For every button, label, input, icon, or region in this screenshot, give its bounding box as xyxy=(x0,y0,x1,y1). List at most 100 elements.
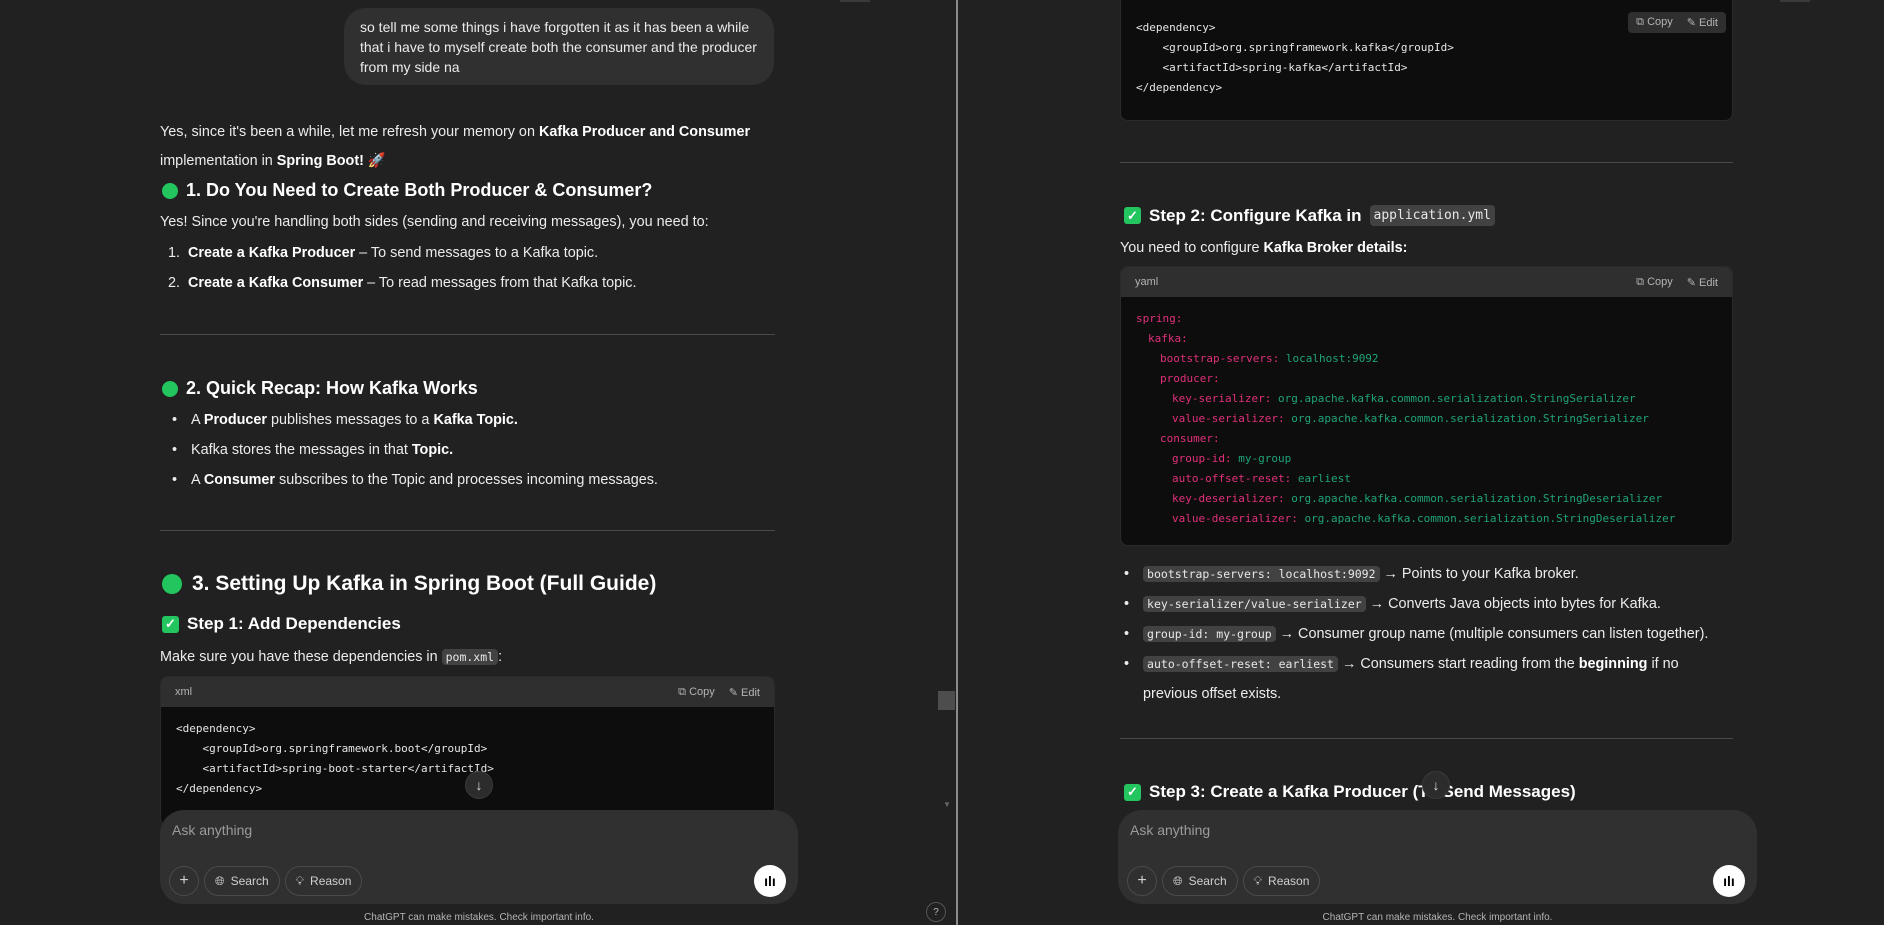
divider xyxy=(160,334,775,335)
reason-button[interactable]: 💡︎ Reason xyxy=(1242,866,1321,896)
text: Yes, since it's been a while, let me ref… xyxy=(160,124,539,140)
b: Topic. xyxy=(411,442,454,458)
bullet: • xyxy=(1124,596,1130,612)
arrow-down-icon: ↓ xyxy=(475,777,483,793)
edit-label: Edit xyxy=(741,686,760,699)
search-button[interactable]: 🌐︎ Search xyxy=(204,866,280,896)
prompt-input[interactable]: Ask anything xyxy=(172,822,252,838)
heading-text: Step 1: Add Dependencies xyxy=(187,614,401,633)
yaml-line: key-serializer: org.apache.kafka.common.… xyxy=(1136,389,1717,409)
b: beginning xyxy=(1578,656,1648,672)
list-item: • key-serializer/value-serializer → Conve… xyxy=(1124,589,1734,619)
yaml-key: value-deserializer: xyxy=(1172,512,1298,525)
scroll-down-button[interactable]: ↓ xyxy=(1422,771,1450,799)
code-line: </dependency> xyxy=(1136,81,1223,94)
check-icon: ✓ xyxy=(1124,783,1141,801)
list-item: • auto-offset-reset: earliest → Consumers… xyxy=(1124,649,1734,709)
yaml-key: producer: xyxy=(1160,372,1220,385)
xml-code-block: ⧉ Copy ✎ Edit <dependency> <groupId>org.s… xyxy=(1120,0,1733,121)
divider xyxy=(1120,738,1733,739)
heading-3: 3. Setting Up Kafka in Spring Boot (Full… xyxy=(162,572,656,596)
code-body: spring: kafka: bootstrap-servers: localhos… xyxy=(1121,297,1732,541)
search-label: Search xyxy=(1188,874,1227,888)
globe-icon: 🌐︎ xyxy=(1173,873,1183,888)
bold-text: Create a Kafka Consumer xyxy=(188,275,364,291)
code-header: yaml ⧉ Copy ✎ Edit xyxy=(1121,267,1732,297)
code-line: <groupId>org.springframework.boot</group… xyxy=(176,742,488,755)
scroll-down-button[interactable]: ↓ xyxy=(465,771,493,799)
attach-button[interactable]: + xyxy=(169,866,199,896)
waveform-icon: ılı xyxy=(764,873,776,889)
text: A Consumer subscribes to the Topic and p… xyxy=(191,465,658,495)
scrollbar-thumb[interactable] xyxy=(938,691,955,710)
yaml-line: key-deserializer: org.apache.kafka.commo… xyxy=(1136,489,1717,509)
scroll-arrow-icon[interactable]: ▼ xyxy=(943,800,951,809)
yaml-value: earliest xyxy=(1291,472,1351,485)
waveform-icon: ılı xyxy=(1723,873,1735,889)
code-language: yaml xyxy=(1135,276,1159,288)
inline-code: bootstrap-servers: localhost:9092 xyxy=(1143,566,1380,582)
edit-button[interactable]: ✎ Edit xyxy=(1687,276,1718,289)
yaml-value: org.apache.kafka.common.serialization.St… xyxy=(1284,412,1649,425)
rocket-emoji: 🚀 xyxy=(367,153,386,169)
bullet: • xyxy=(1124,626,1130,642)
paragraph: Yes! Since you're handling both sides (s… xyxy=(160,214,709,230)
check-icon: ✓ xyxy=(1124,207,1141,224)
inline-code: pom.xml xyxy=(441,649,499,665)
green-circle-icon xyxy=(162,574,182,594)
text: – To send messages to a Kafka topic. xyxy=(355,245,599,261)
text: Kafka stores the messages in that Topic. xyxy=(191,435,453,465)
pane-divider[interactable] xyxy=(956,0,958,925)
bold-text: Kafka Producer and Consumer xyxy=(538,124,751,140)
bullet: • xyxy=(172,472,178,488)
plus-icon: + xyxy=(1137,872,1147,889)
attach-button[interactable]: + xyxy=(1127,866,1157,896)
list-item: • A Producer publishes messages to a Kafk… xyxy=(172,405,772,435)
search-label: Search xyxy=(230,874,269,888)
arrow-down-icon: ↓ xyxy=(1432,777,1440,793)
help-button[interactable]: ? xyxy=(926,902,946,922)
heading-text: 2. Quick Recap: How Kafka Works xyxy=(186,378,478,398)
edit-button[interactable]: ✎ Edit xyxy=(729,686,760,699)
yaml-key: consumer: xyxy=(1160,432,1220,445)
green-circle-icon xyxy=(162,182,178,199)
divider xyxy=(160,530,775,531)
text: – To read messages from that Kafka topic… xyxy=(363,275,637,291)
text: implementation in xyxy=(160,153,277,169)
copy-button[interactable]: ⧉ Copy xyxy=(1636,276,1673,289)
list-item: • A Consumer subscribes to the Topic and … xyxy=(172,465,772,495)
list-item: • group-id: my-group → Consumer group nam… xyxy=(1124,619,1734,649)
yaml-line: value-deserializer: org.apache.kafka.com… xyxy=(1136,509,1717,529)
t: : xyxy=(498,649,503,665)
yaml-key: kafka: xyxy=(1148,332,1188,345)
yaml-value: localhost:9092 xyxy=(1279,352,1379,365)
heading-1: 1. Do You Need to Create Both Producer &… xyxy=(162,180,652,201)
edit-label: Edit xyxy=(1699,276,1718,289)
b: Consumer xyxy=(203,472,276,488)
copy-button[interactable]: ⧉ Copy xyxy=(1636,16,1673,29)
edit-label: Edit xyxy=(1699,17,1718,29)
step-3-heading: ✓ Step 3: Create a Kafka Producer (To Sen… xyxy=(1124,782,1576,802)
t: A xyxy=(191,472,204,488)
yaml-value: my-group xyxy=(1231,452,1292,465)
bold-text: Create a Kafka Producer xyxy=(188,245,356,261)
list-item: 2. Create a Kafka Consumer – To read mes… xyxy=(168,268,636,298)
yaml-line: producer: xyxy=(1136,369,1717,389)
top-bar-stub xyxy=(1780,0,1810,2)
edit-button[interactable]: ✎ Edit xyxy=(1687,16,1718,29)
voice-button[interactable]: ılı xyxy=(1713,865,1745,897)
search-button[interactable]: 🌐︎ Search xyxy=(1162,866,1238,896)
paragraph: Make sure you have these dependencies in… xyxy=(160,649,502,665)
code-line: <dependency> xyxy=(176,722,256,735)
copy-button[interactable]: ⧉ Copy xyxy=(678,686,715,699)
yaml-line: spring: xyxy=(1136,309,1717,329)
bullet: • xyxy=(172,442,178,458)
yaml-line: kafka: xyxy=(1136,329,1717,349)
prompt-input[interactable]: Ask anything xyxy=(1130,822,1210,838)
divider xyxy=(1120,162,1733,163)
text: auto-offset-reset: earliest → Consumers … xyxy=(1143,649,1734,709)
reason-button[interactable]: 💡︎ Reason xyxy=(284,866,363,896)
b: Producer xyxy=(203,412,268,428)
copy-label: Copy xyxy=(1647,275,1673,288)
voice-button[interactable]: ılı xyxy=(754,865,786,897)
